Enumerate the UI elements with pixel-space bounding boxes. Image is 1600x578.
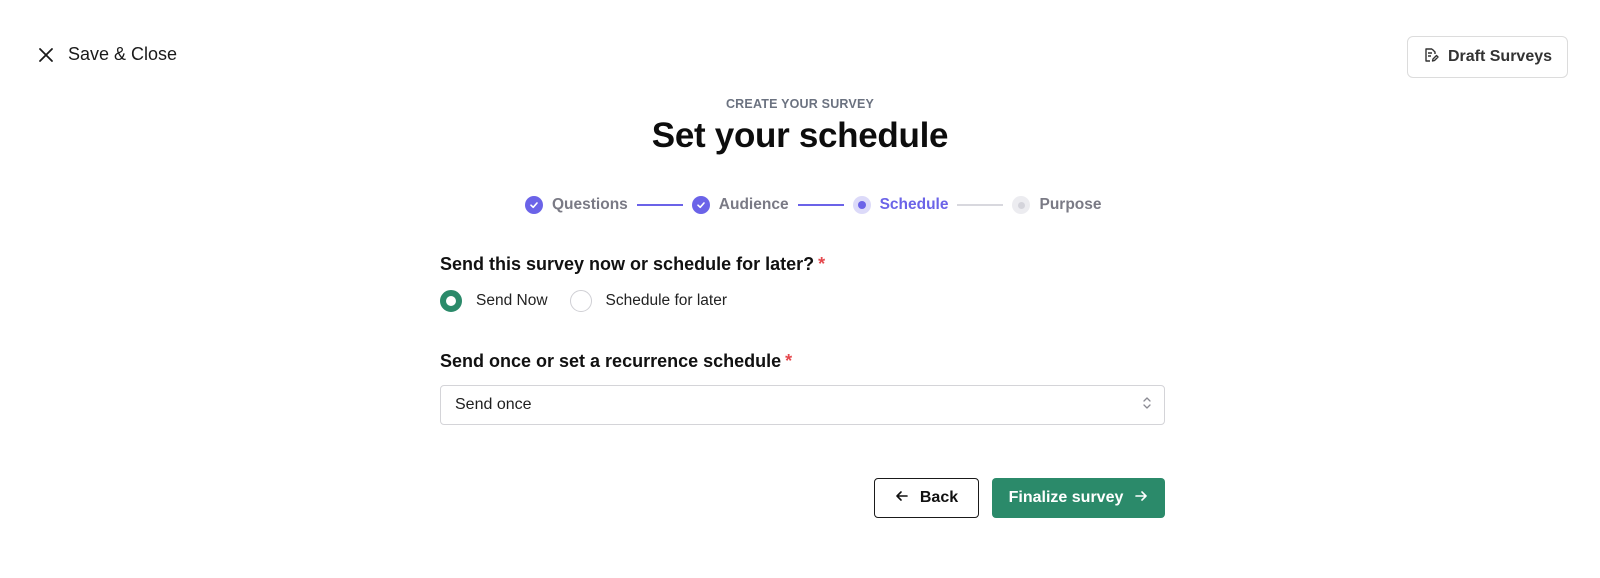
step-questions[interactable]: Questions (525, 196, 628, 214)
step-label: Questions (552, 196, 628, 213)
send-timing-radio-group: Send Now Schedule for later (440, 290, 727, 312)
progress-stepper: Questions Audience Schedule Purpose (525, 194, 1102, 216)
question-label: Send once or set a recurrence schedule (440, 351, 782, 371)
step-audience[interactable]: Audience (691, 196, 789, 214)
send-now-option[interactable]: Send Now (440, 290, 548, 312)
finalize-label: Finalize survey (1008, 489, 1124, 506)
back-button[interactable]: Back (874, 478, 979, 518)
draft-surveys-label: Draft Surveys (1447, 48, 1553, 65)
step-purpose[interactable]: Purpose (1012, 196, 1102, 214)
send-now-radio[interactable] (440, 290, 462, 312)
step-connector (797, 204, 844, 206)
recurrence-select-value: Send once (455, 396, 532, 413)
send-timing-question: Send this survey now or schedule for lat… (440, 254, 825, 275)
draft-surveys-button[interactable]: Draft Surveys (1407, 36, 1568, 78)
draft-edit-icon (1423, 47, 1439, 68)
step-label: Purpose (1039, 196, 1102, 213)
recurrence-question: Send once or set a recurrence schedule * (440, 351, 792, 372)
required-marker: * (818, 254, 826, 274)
required-marker: * (785, 351, 793, 371)
step-schedule[interactable]: Schedule (852, 196, 949, 214)
save-close-button[interactable]: Save & Close (36, 44, 177, 65)
current-step-icon (852, 196, 871, 214)
back-label: Back (919, 489, 959, 506)
upcoming-step-icon (1012, 196, 1031, 214)
schedule-later-option[interactable]: Schedule for later (569, 290, 728, 312)
step-label: Schedule (879, 196, 949, 213)
page-eyebrow: CREATE YOUR SURVEY (725, 97, 875, 111)
save-close-label: Save & Close (68, 44, 178, 64)
schedule-later-radio[interactable] (569, 290, 592, 312)
radio-label: Schedule for later (605, 292, 728, 309)
page-title: Set your schedule (651, 116, 949, 155)
radio-label: Send Now (476, 292, 548, 309)
up-down-chevron-icon (1142, 395, 1152, 416)
recurrence-select[interactable]: Send once (440, 385, 1165, 425)
finalize-survey-button[interactable]: Finalize survey (992, 478, 1165, 518)
step-connector (957, 204, 1004, 206)
step-label: Audience (718, 196, 789, 213)
check-circle-icon (691, 196, 710, 214)
arrow-left-icon (895, 489, 909, 508)
step-connector (636, 204, 683, 206)
check-circle-icon (525, 196, 543, 214)
question-label: Send this survey now or schedule for lat… (440, 254, 815, 274)
arrow-right-icon (1134, 489, 1148, 508)
close-icon (36, 45, 56, 65)
